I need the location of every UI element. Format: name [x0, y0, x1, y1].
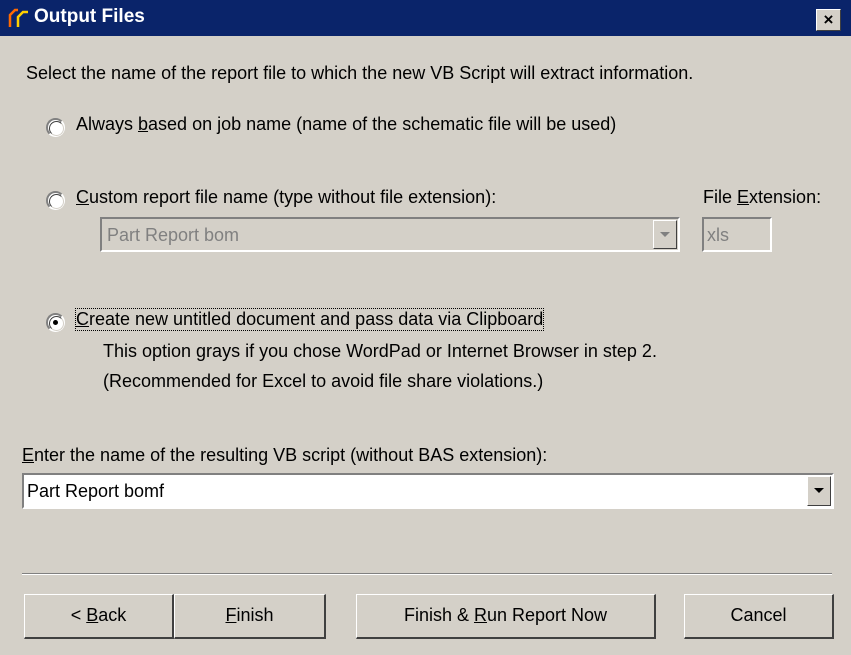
radio-clipboard[interactable] [46, 313, 65, 332]
script-name-dropdown-button[interactable] [807, 476, 831, 506]
file-extension-label: File Extension: [703, 187, 822, 207]
chevron-down-icon [814, 488, 824, 493]
file-extension-input[interactable]: xls [702, 217, 772, 252]
title-bar: Output Files × [0, 0, 851, 36]
radio-custom-name-label[interactable]: Custom report file name (type without fi… [76, 187, 496, 208]
file-extension-value: xls [707, 225, 729, 245]
chevron-down-icon [660, 232, 670, 237]
custom-file-name-value: Part Report bom [107, 225, 240, 245]
clipboard-note-1: This option grays if you chose WordPad o… [103, 341, 657, 361]
finish-button[interactable]: Finish [174, 594, 326, 639]
custom-file-dropdown-button[interactable] [653, 220, 677, 249]
instructions-text: Select the name of the report file to wh… [26, 63, 694, 83]
back-button[interactable]: < Back [24, 594, 174, 639]
close-icon: × [823, 10, 834, 29]
radio-clipboard-label[interactable]: Create new untitled document and pass da… [74, 308, 545, 331]
radio-job-name[interactable] [46, 118, 65, 137]
script-name-value: Part Report bomf [27, 481, 165, 501]
script-name-label: Enter the name of the resulting VB scrip… [22, 445, 548, 465]
clipboard-note-2: (Recommended for Excel to avoid file sha… [103, 371, 544, 391]
window-title: Output Files [34, 6, 145, 27]
close-button[interactable]: × [816, 9, 841, 31]
radio-selected-dot [53, 320, 58, 325]
separator [22, 573, 832, 575]
app-logo-icon [8, 8, 28, 27]
script-name-combo[interactable]: Part Report bomf [22, 473, 834, 509]
custom-file-name-combo[interactable]: Part Report bom [100, 217, 680, 252]
cancel-button[interactable]: Cancel [684, 594, 834, 639]
radio-custom-name[interactable] [46, 191, 65, 210]
finish-run-report-button[interactable]: Finish & Run Report Now [356, 594, 656, 639]
radio-job-name-label[interactable]: Always based on job name (name of the sc… [76, 114, 616, 135]
